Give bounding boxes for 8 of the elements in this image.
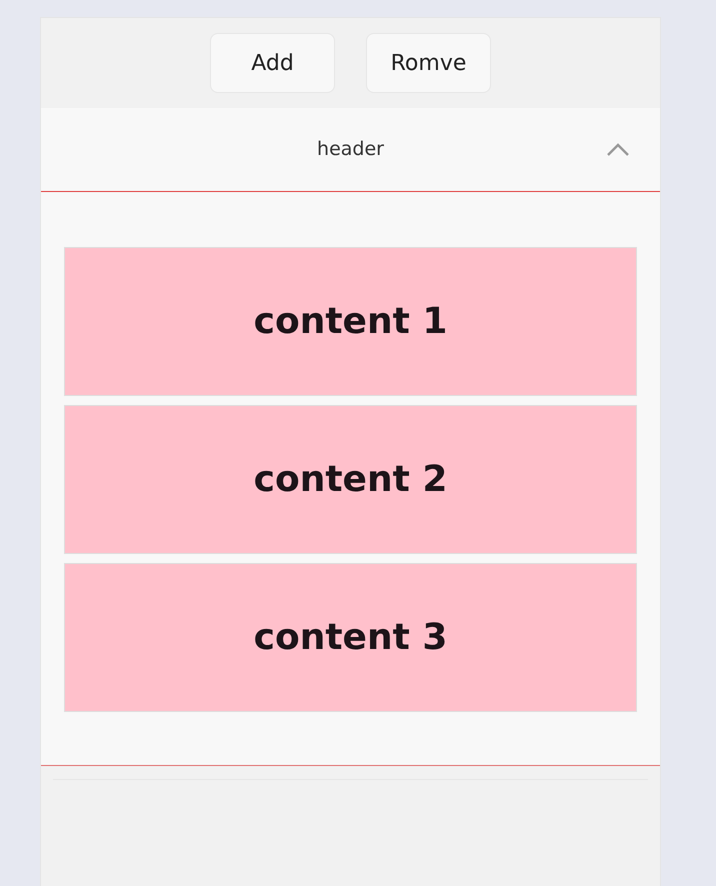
toolbar-button[interactable]: Add <box>210 33 335 93</box>
collapse-header[interactable]: header <box>41 108 660 192</box>
content-block: content 1 <box>64 247 637 396</box>
content-block: content 3 <box>64 563 637 712</box>
header-label: header <box>317 137 384 162</box>
chevron-up-icon[interactable] <box>607 143 629 156</box>
content-block: content 2 <box>64 405 637 554</box>
toolbar-button[interactable]: Romve <box>366 33 491 93</box>
